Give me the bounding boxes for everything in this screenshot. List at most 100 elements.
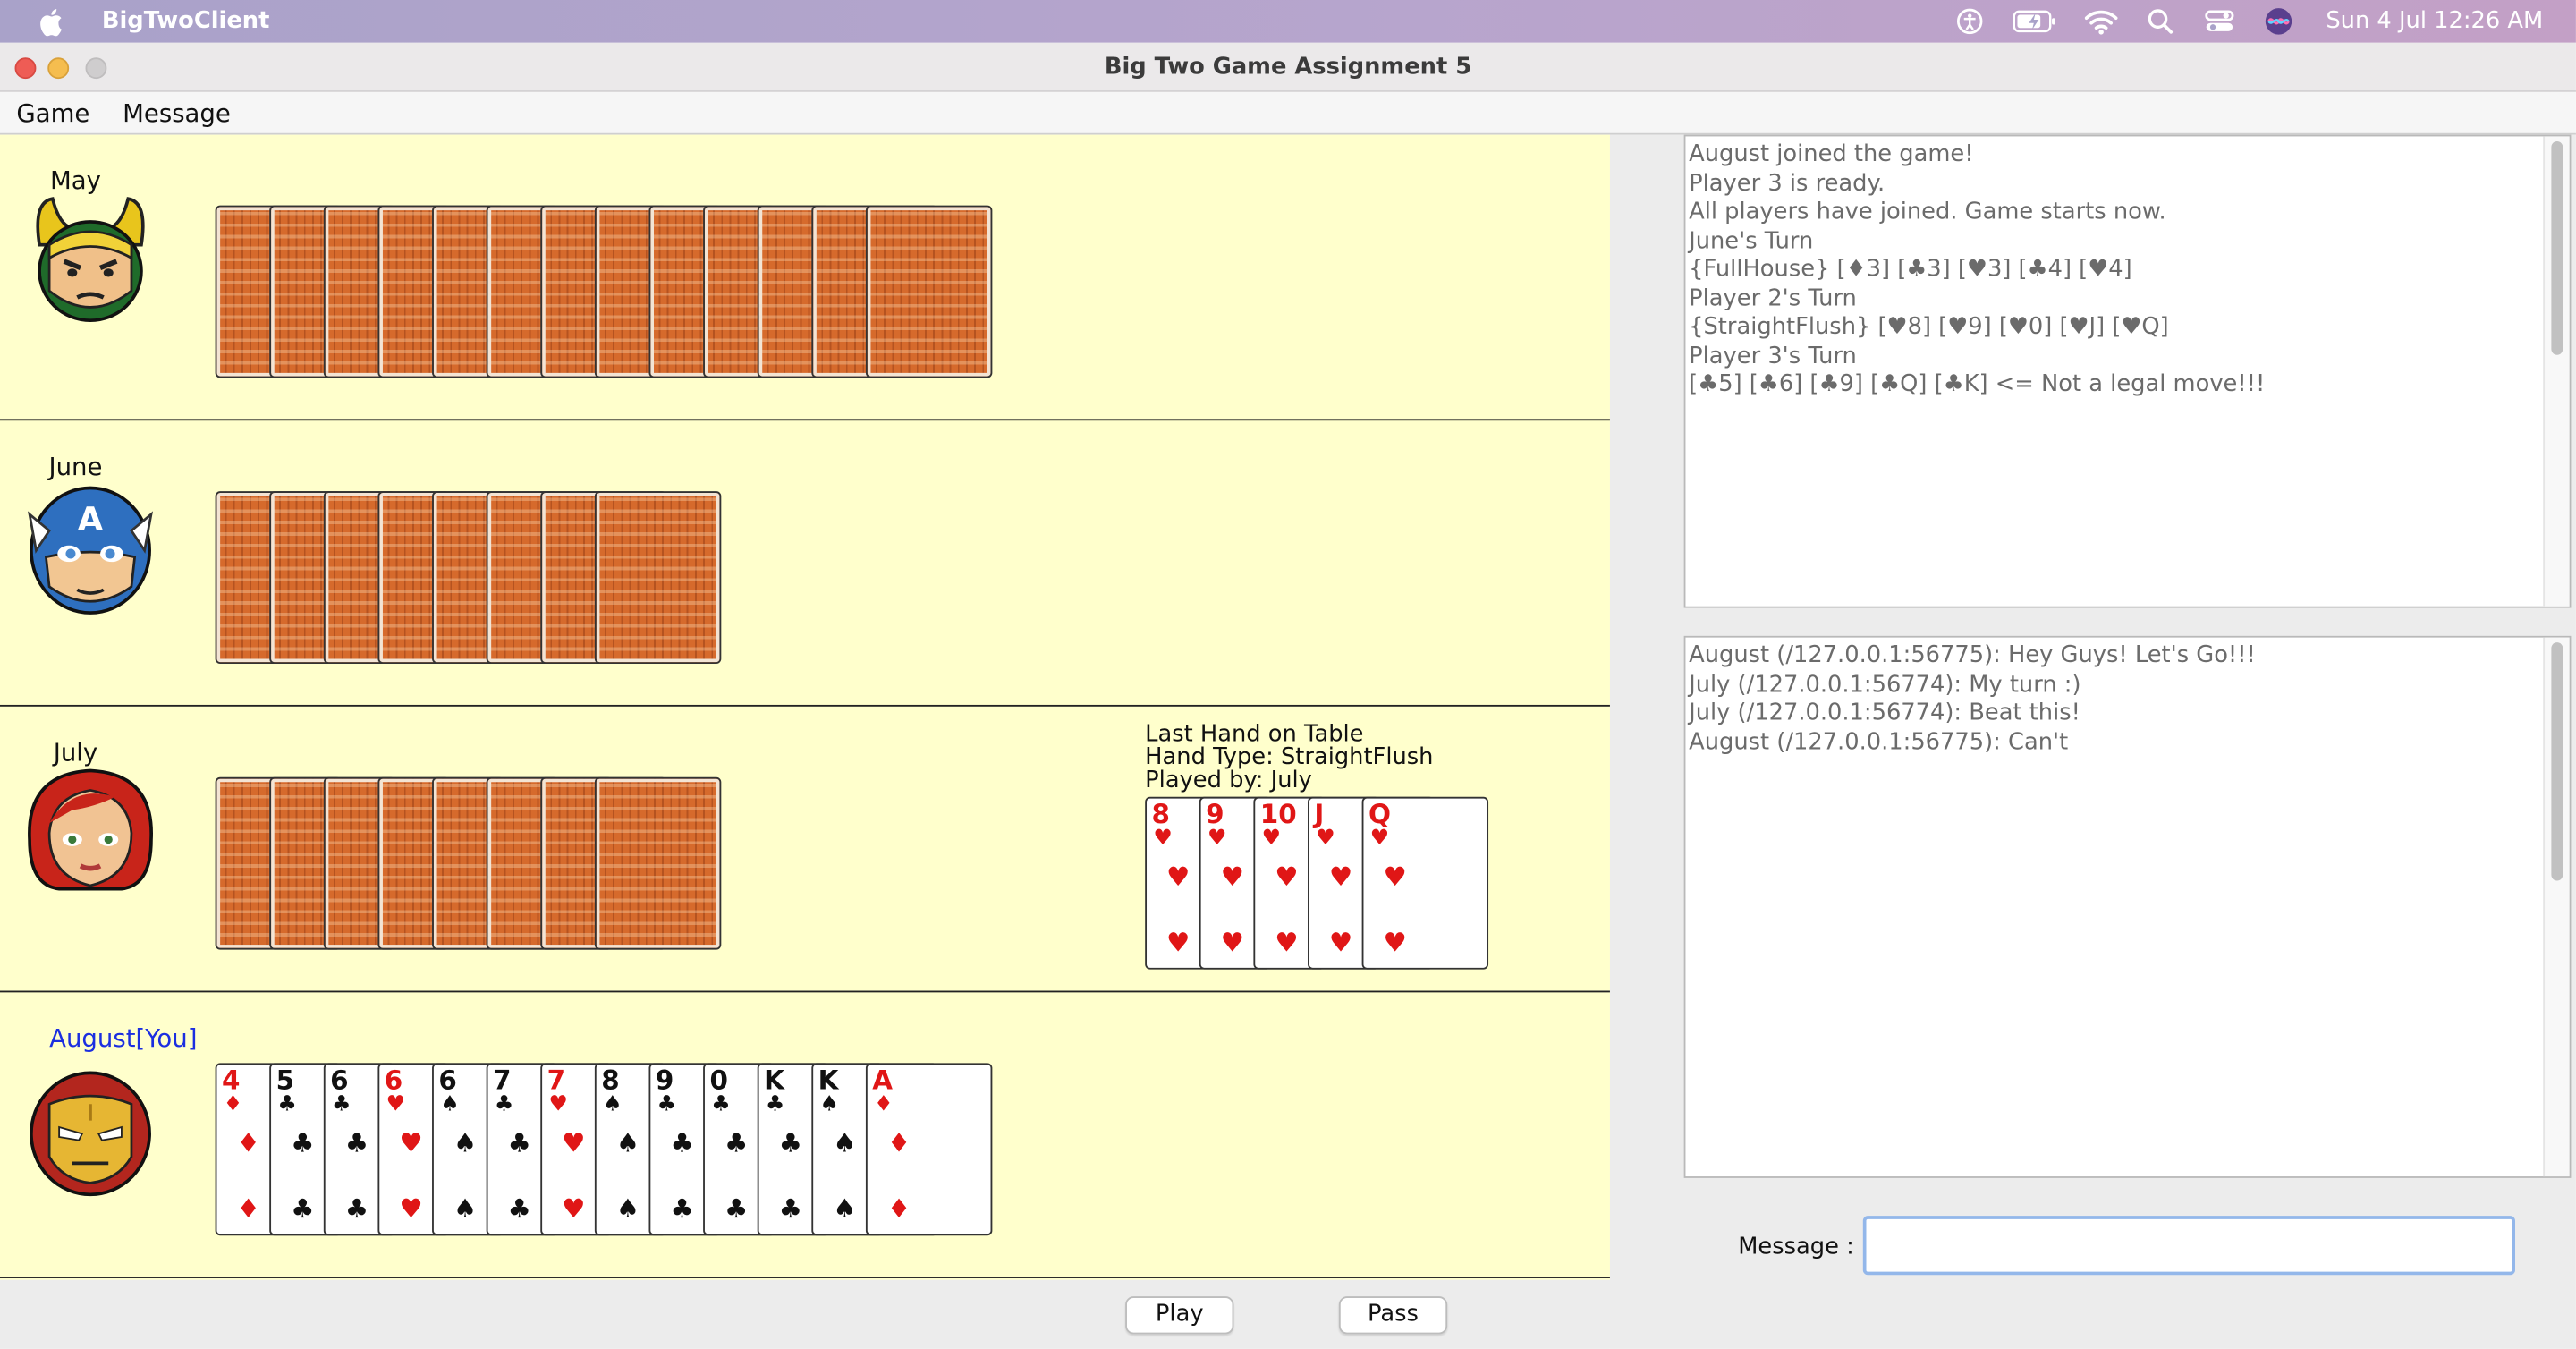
battery-icon[interactable] [2011, 6, 2060, 36]
card-pip: ♠ [833, 1192, 857, 1225]
player-row-july: July Last Hand on Table Hand Type: Strai… [0, 707, 1610, 993]
last-hand-info: Last Hand on Table Hand Type: StraightFl… [1145, 723, 1433, 792]
card-pip: ♥ [1166, 861, 1191, 893]
card-pip: ♦ [236, 1126, 260, 1158]
card-pip: ♣ [670, 1192, 694, 1225]
window-titlebar: Big Two Game Assignment 5 [0, 42, 2576, 92]
log-line: Player 3 is ready. [1689, 170, 1885, 197]
card-rank: J [1314, 798, 1325, 830]
card-pip: ♠ [615, 1126, 640, 1158]
card-pip: ♥ [1275, 926, 1299, 958]
card-suit: ♣ [711, 1092, 731, 1117]
card-back [594, 491, 722, 665]
app-name[interactable]: BigTwoClient [102, 8, 270, 34]
wifi-icon[interactable] [2083, 6, 2119, 36]
player-name: May [49, 165, 101, 196]
opponent-hand [215, 491, 722, 665]
card-suit: ♦ [223, 1092, 243, 1117]
card-pip: ♣ [507, 1192, 531, 1225]
card-pip: ♥ [562, 1192, 586, 1225]
card-suit: ♦ [874, 1092, 894, 1117]
card-pip: ♣ [724, 1126, 749, 1158]
player-row-may: May [0, 135, 1610, 421]
card-pip: ♣ [344, 1126, 369, 1158]
pass-button[interactable]: Pass [1338, 1296, 1448, 1335]
playing-card: Q ♥ ♥ ♥ [1361, 796, 1489, 970]
card-pip: ♠ [453, 1192, 478, 1225]
log-line: {FullHouse} [♦3] [♣3] [♥3] [♣4] [♥4] [1689, 256, 2132, 283]
card-pip: ♦ [236, 1192, 260, 1225]
card-pip: ♣ [507, 1126, 531, 1158]
card-suit: ♣ [332, 1092, 352, 1117]
spotlight-icon[interactable] [2142, 6, 2178, 36]
card-suit: ♥ [1261, 826, 1281, 852]
card-pip: ♥ [1383, 861, 1407, 893]
game-log-lines: August joined the game! Player 3 is ready… [1685, 136, 2569, 400]
accessibility-icon[interactable] [1952, 6, 1987, 36]
loki-avatar [36, 197, 145, 322]
card-suit: ♥ [1316, 826, 1335, 852]
apple-icon[interactable] [39, 7, 63, 36]
card-pip: ♦ [886, 1126, 911, 1158]
card-rank: 5 [275, 1065, 295, 1097]
card-pip: ♥ [1166, 926, 1191, 958]
message-label: Message : [1738, 1234, 1854, 1260]
siri-icon[interactable] [2260, 6, 2296, 36]
log-line: All players have joined. Game starts now… [1689, 199, 2166, 225]
card-rank: K [818, 1065, 839, 1097]
player-name: August[You] [49, 1023, 198, 1054]
player-row-you: August[You] 4 ♦ ♦ ♦ 5 ♣ ♣ ♣ 6 ♣ ♣ ♣ 6 ♥ ♥ ♥ 6 ♠ ♠ ♠ 7 ♣ ♣ ♣ 7 ♥ ♥ ♥… [0, 992, 1610, 1278]
menu-game[interactable]: Game [16, 98, 89, 127]
card-back [865, 205, 993, 378]
chat-log-scrollbar[interactable] [2543, 637, 2570, 1177]
card-suit: ♥ [1153, 826, 1173, 852]
control-center-icon[interactable] [2201, 6, 2237, 36]
opponent-hand [215, 205, 993, 378]
player-name: July [53, 737, 98, 768]
action-bar: Play Pass [0, 1279, 1610, 1349]
game-log-scrollbar[interactable] [2543, 136, 2570, 607]
card-pip: ♥ [399, 1192, 423, 1225]
log-line: [♣5] [♣6] [♣9] [♣Q] [♣K] <= Not a legal … [1689, 371, 2266, 398]
opponent-hand [215, 776, 722, 950]
card-rank: 9 [655, 1065, 674, 1097]
side-panel: August joined the game! Player 3 is ready… [1609, 134, 2576, 1349]
card-suit: ♠ [819, 1092, 839, 1117]
card-pip: ♠ [615, 1192, 640, 1225]
card-pip: ♦ [886, 1192, 911, 1225]
card-rank: A [872, 1065, 894, 1097]
card-pip: ♥ [1275, 861, 1299, 893]
log-line: August (/127.0.0.1:56775): Hey Guys! Let… [1689, 642, 2256, 669]
log-line: August joined the game! [1689, 140, 1974, 168]
card-rank: 0 [709, 1065, 728, 1097]
play-button[interactable]: Play [1125, 1296, 1234, 1335]
card-pip: ♣ [344, 1192, 369, 1225]
card-back [594, 776, 722, 950]
game-log[interactable]: August joined the game! Player 3 is ready… [1683, 134, 2572, 608]
card-rank: 6 [384, 1065, 403, 1097]
card-rank: 7 [493, 1065, 512, 1097]
card-pip: ♣ [778, 1192, 802, 1225]
card-suit: ♠ [440, 1092, 460, 1117]
card-pip: ♥ [399, 1126, 423, 1158]
captain-america-avatar: A [28, 486, 154, 615]
card-pip: ♣ [670, 1126, 694, 1158]
card-rank: 8 [1151, 798, 1170, 830]
card-pip: ♥ [1383, 926, 1407, 958]
card-suit: ♥ [1369, 826, 1390, 852]
app-menu-bar: Game Message [0, 91, 2576, 135]
clock[interactable]: Sun 4 Jul 12:26 AM [2326, 8, 2543, 34]
message-input[interactable] [1862, 1216, 2515, 1276]
card-rank: 4 [221, 1065, 241, 1097]
card-rank: Q [1368, 798, 1391, 830]
playing-card[interactable]: A ♦ ♦ ♦ [865, 1063, 993, 1236]
card-rank: 9 [1206, 798, 1224, 830]
iron-man-avatar [30, 1071, 151, 1197]
last-hand-title: Last Hand on Table [1145, 721, 1364, 748]
menu-message[interactable]: Message [123, 98, 231, 127]
chat-log[interactable]: August (/127.0.0.1:56775): Hey Guys! Let… [1683, 635, 2572, 1178]
last-hand-player: Played by: July [1145, 767, 1312, 794]
window-title: Big Two Game Assignment 5 [1104, 54, 1472, 81]
player-name: June [48, 452, 103, 482]
table-hand: 8 ♥ ♥ ♥ 9 ♥ ♥ ♥ 10 ♥ ♥ ♥ J ♥ ♥ ♥ Q ♥ ♥ ♥ [1145, 796, 1489, 970]
